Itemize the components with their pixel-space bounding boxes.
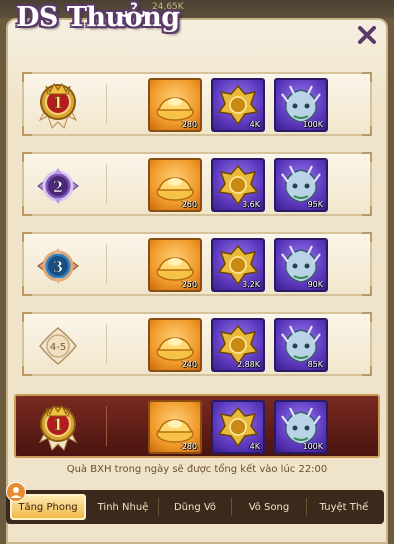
tier-tab-bar: Tăng Phong Tinh Nhuệ Dũng Võ Vô Song Tuy… bbox=[6, 490, 384, 524]
item-quantity: 280 bbox=[181, 120, 197, 129]
gold-crown-badge-icon: 1 bbox=[38, 405, 78, 451]
item-quantity: 260 bbox=[181, 200, 197, 209]
rank-label: 4-5 bbox=[50, 342, 66, 353]
item-quantity: 4K bbox=[249, 442, 260, 451]
rank-label: 1 bbox=[52, 415, 63, 434]
reward-item[interactable]: 4K bbox=[211, 78, 265, 132]
reward-item[interactable]: 280 bbox=[148, 78, 202, 132]
tab-label: Tuyệt Thế bbox=[319, 501, 369, 513]
rank-label: 2 bbox=[53, 178, 63, 196]
purple-badge-icon: 2 bbox=[37, 168, 79, 204]
reward-item[interactable]: 90K bbox=[274, 238, 328, 292]
close-button[interactable] bbox=[354, 22, 380, 48]
reward-row-rank-1: 1 280 4K 100K bbox=[22, 72, 372, 136]
reward-item[interactable]: 260 bbox=[148, 158, 202, 212]
tab-tuyet-the[interactable]: Tuyệt Thế bbox=[307, 494, 381, 520]
my-reward-row: 1 280 4K 100K bbox=[14, 394, 380, 458]
reward-row-rank-3: 3 250 3.2K 90K bbox=[22, 232, 372, 296]
reward-item[interactable]: 240 bbox=[148, 318, 202, 372]
gold-crown-badge-icon: 1 bbox=[38, 83, 78, 129]
reward-item[interactable]: 3.2K bbox=[211, 238, 265, 292]
tab-label: Tinh Nhuệ bbox=[97, 501, 149, 513]
reward-item[interactable]: 250 bbox=[148, 238, 202, 292]
item-quantity: 280 bbox=[181, 442, 197, 451]
page-title: DS Thưởng bbox=[16, 2, 180, 33]
reward-row-rank-2: 2 260 3.6K 95K bbox=[22, 152, 372, 216]
tab-label: Dũng Võ bbox=[173, 501, 217, 513]
item-quantity: 100K bbox=[302, 120, 323, 129]
reward-item[interactable]: 4K bbox=[211, 400, 265, 454]
item-quantity: 240 bbox=[181, 360, 197, 369]
reward-item[interactable]: 85K bbox=[274, 318, 328, 372]
item-quantity: 95K bbox=[307, 200, 323, 209]
item-quantity: 250 bbox=[181, 280, 197, 289]
blue-badge-icon: 3 bbox=[37, 248, 79, 284]
tab-tinh-nhue[interactable]: Tinh Nhuệ bbox=[88, 494, 158, 520]
reward-row-rank-4-5: 4-5 240 2.88K 85K bbox=[22, 312, 372, 376]
tab-label: Tăng Phong bbox=[18, 501, 78, 513]
item-quantity: 90K bbox=[307, 280, 323, 289]
reward-item[interactable]: 95K bbox=[274, 158, 328, 212]
reward-item[interactable]: 2.88K bbox=[211, 318, 265, 372]
tab-vo-song[interactable]: Vô Song bbox=[232, 494, 306, 520]
reward-item[interactable]: 280 bbox=[148, 400, 202, 454]
rank-label: 1 bbox=[52, 93, 63, 112]
item-quantity: 85K bbox=[307, 360, 323, 369]
user-icon bbox=[6, 482, 26, 502]
item-quantity: 100K bbox=[302, 442, 323, 451]
item-quantity: 2.88K bbox=[236, 360, 260, 369]
reward-item[interactable]: 100K bbox=[274, 78, 328, 132]
tab-label: Vô Song bbox=[248, 501, 290, 513]
close-icon bbox=[358, 26, 376, 44]
tab-dung-vo[interactable]: Dũng Võ bbox=[159, 494, 231, 520]
item-quantity: 3.6K bbox=[242, 200, 260, 209]
item-quantity: 4K bbox=[249, 120, 260, 129]
plain-badge-icon: 4-5 bbox=[39, 327, 77, 365]
item-quantity: 3.2K bbox=[242, 280, 260, 289]
rank-label: 3 bbox=[53, 258, 63, 276]
reward-item[interactable]: 3.6K bbox=[211, 158, 265, 212]
reward-schedule-note: Quà BXH trong ngày sẽ được tổng kết vào … bbox=[66, 464, 328, 475]
reward-item[interactable]: 100K bbox=[274, 400, 328, 454]
